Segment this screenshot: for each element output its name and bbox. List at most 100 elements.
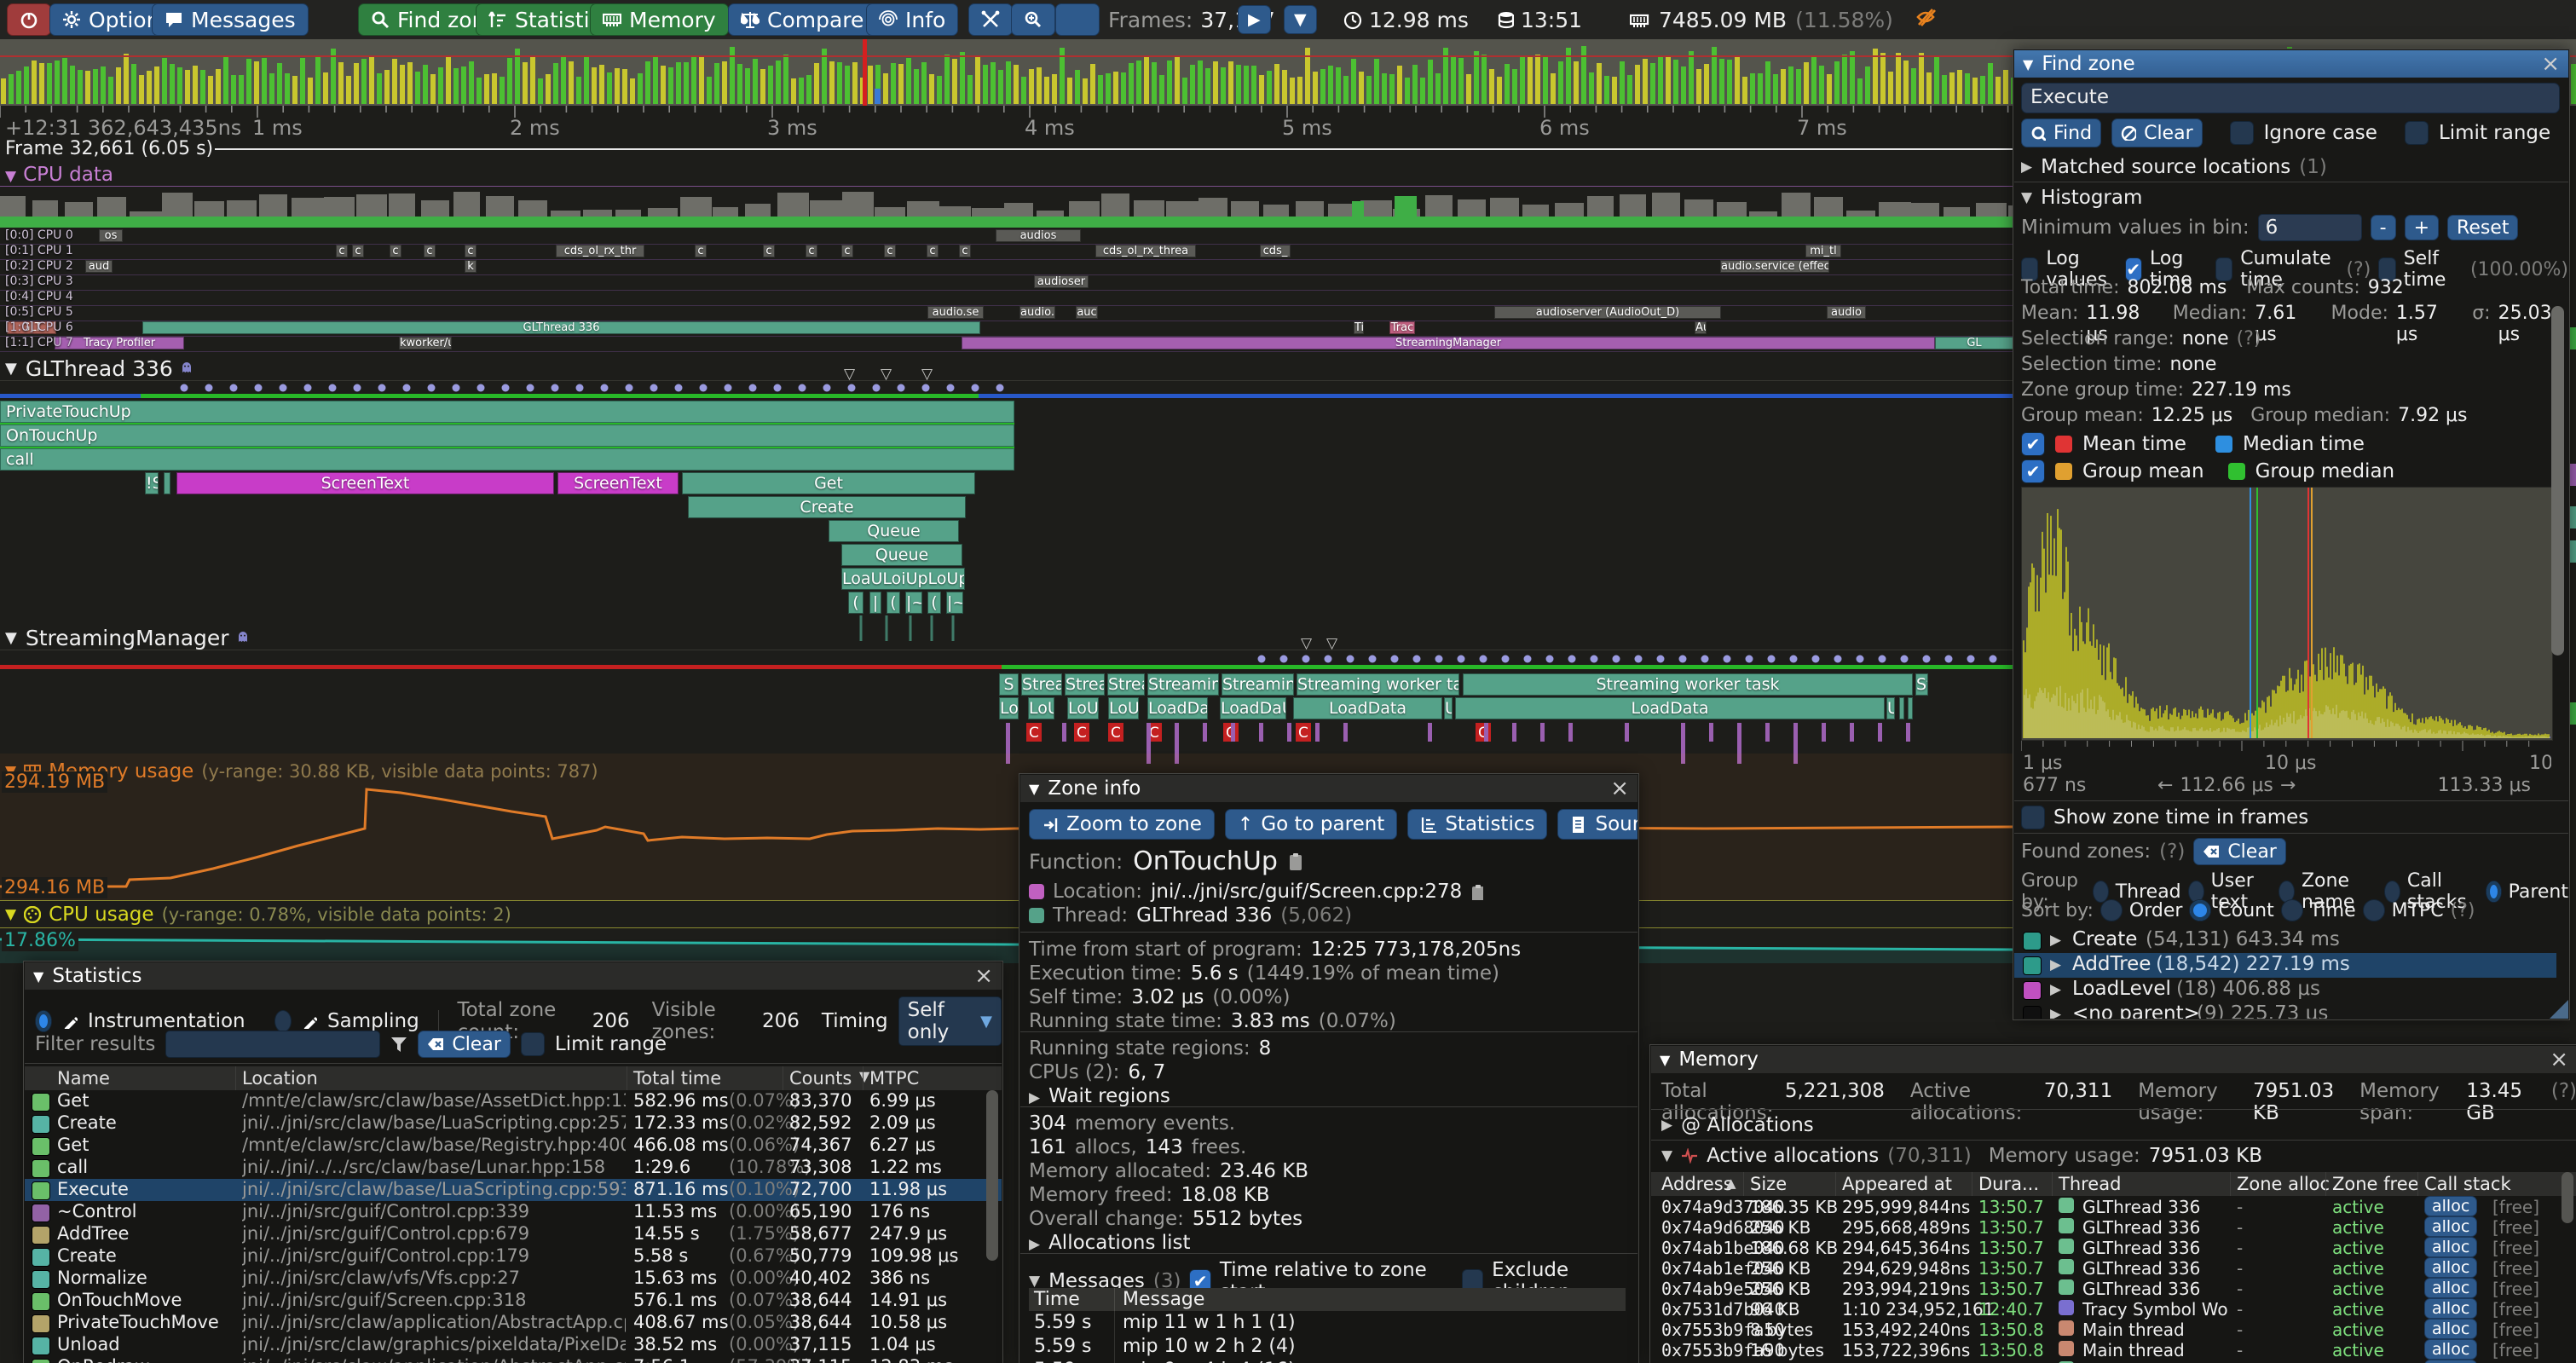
table-row[interactable]: 0x7553b9fa508 bytes153,492,240ns13:50.8M… (1651, 1319, 2576, 1339)
cpu-zone[interactable]: mi_tl (1805, 245, 1841, 257)
thread-zone[interactable]: OnTouchUp (0, 424, 1014, 447)
show-zone-time-checkbox[interactable] (2021, 806, 2045, 829)
streaming-zone[interactable]: Streaming worker tas (1297, 673, 1459, 696)
sort-by-time[interactable] (2281, 899, 2303, 921)
alloc-callstack-button[interactable]: alloc (2424, 1216, 2477, 1237)
streaming-zone[interactable]: LoU (999, 697, 1019, 719)
table-row[interactable]: 0x74ab9e5040256 KB293,994,219ns13:50.7GL… (1651, 1278, 2576, 1298)
sampling-radio[interactable] (274, 1010, 292, 1032)
glthread-header[interactable]: ▼GLThread 336 (5, 356, 195, 381)
expand-arrow[interactable]: ▶ (1029, 1236, 1040, 1253)
table-row[interactable]: 0x74a9d68040256 KB295,668,489ns13:50.7GL… (1651, 1216, 2576, 1237)
alloc-callstack-button[interactable]: alloc (2424, 1319, 2477, 1339)
thread-zone[interactable]: Create (688, 496, 966, 518)
message-row[interactable]: 5.59 smip 9 w 4 h 4 (16) (1029, 1359, 1626, 1363)
table-row[interactable]: Get/mnt/e/claw/src/claw/base/Registry.hp… (25, 1135, 1002, 1157)
streaming-header[interactable]: ▼StreamingManager (5, 626, 251, 650)
instrumentation-radio[interactable] (35, 1010, 52, 1032)
table-row[interactable]: AddTreejni/../jni/src/guif/Control.cpp:6… (25, 1223, 1002, 1245)
cpu-zone[interactable]: c (336, 245, 348, 257)
column-header-size[interactable]: Size (1750, 1174, 1787, 1194)
table-row[interactable]: 0x7531d7b04096 KB1:10 234,952,16112:40.7… (1651, 1298, 2576, 1319)
cpu-zone[interactable]: StreamingManager (962, 337, 1935, 349)
table-row[interactable]: Get/mnt/e/claw/src/claw/base/AssetDict.h… (25, 1090, 1002, 1112)
mean-legend-checkbox[interactable]: ✔ (2021, 432, 2045, 456)
alloc-callstack-button[interactable]: alloc (2424, 1257, 2477, 1278)
streaming-zone[interactable]: Streaming (1147, 673, 1219, 696)
thread-zone[interactable]: call (0, 448, 1014, 471)
streaming-zone[interactable]: Streaming worker task (1463, 673, 1913, 696)
streaming-zone[interactable] (1899, 697, 1904, 719)
alloc-callstack-button[interactable]: alloc (2424, 1360, 2477, 1363)
sort-by-mtpc[interactable] (2363, 899, 2385, 921)
streaming-zone[interactable]: LoU (1108, 697, 1139, 719)
cpu-zone[interactable]: audio (1827, 306, 1866, 319)
streaming-zone[interactable]: LoU (1067, 697, 1099, 719)
cpu-zone[interactable]: c (390, 245, 401, 257)
sort-by-order[interactable] (2100, 899, 2123, 921)
thread-zone[interactable]: ( (848, 592, 863, 614)
column-header-address[interactable]: Address (1661, 1174, 1733, 1194)
cpu-zone[interactable]: cds_ (1260, 245, 1291, 257)
ignore-case-checkbox[interactable] (2230, 121, 2254, 145)
bin-minus-button[interactable]: - (2371, 215, 2396, 240)
cpu-zone[interactable]: aud (85, 260, 113, 273)
thread-zone[interactable]: ScreenText (176, 472, 554, 494)
cpu-zone[interactable]: Tracy Profiler (55, 337, 184, 349)
column-header-appeared-at[interactable]: Appeared at (1842, 1174, 1952, 1194)
close-icon[interactable]: × (1610, 777, 1629, 800)
streaming-zone[interactable]: U (1444, 697, 1453, 719)
streaming-zone[interactable]: Strea (1065, 673, 1105, 696)
found-zone-group[interactable]: ▶Create(54,131) 643.34 ms (2014, 928, 2556, 953)
scrollbar-vertical[interactable] (2551, 306, 2564, 656)
find-zone-titlebar[interactable]: ▼Find zone× (2014, 50, 2568, 78)
table-row[interactable]: OnTouchMovejni/../jni/src/guif/Screen.cp… (25, 1290, 1002, 1312)
limit-range-checkbox[interactable] (2405, 121, 2429, 145)
cpu-zone[interactable]: GLThread 336 (142, 321, 980, 334)
thread-zone[interactable]: ( (887, 592, 900, 614)
close-icon[interactable]: × (2550, 1048, 2568, 1071)
thread-zone[interactable]: | (869, 592, 881, 614)
cpu-data-header[interactable]: ▼CPU data (5, 164, 113, 186)
zone-info-button-statistics[interactable]: Statistics (1407, 809, 1547, 840)
cpu-zone[interactable]: k (465, 260, 477, 273)
table-row[interactable]: 0x74a9d37040186.35 KB295,999,844ns13:50.… (1651, 1196, 2576, 1216)
streaming-zone[interactable] (1908, 697, 1913, 719)
table-row[interactable]: 0x7553b9fbf016 bytes296,661,146ns13:50.7… (1651, 1360, 2576, 1363)
messages-button[interactable]: Messages (152, 3, 309, 36)
bin-reset-button[interactable]: Reset (2447, 215, 2518, 240)
thread-zone[interactable]: PrivateTouchUp (0, 401, 1014, 423)
cpu-zone[interactable]: audioserver (AudioOut_D) (1494, 306, 1721, 319)
streaming-zone[interactable]: LoadDaU (1220, 697, 1286, 719)
active-allocations-row[interactable]: ▼Active allocations(70,311)Memory usage:… (1661, 1145, 2262, 1167)
streaming-zone[interactable]: LoU (1028, 697, 1054, 719)
column-header-zone-free[interactable]: Zone free (2332, 1174, 2419, 1194)
table-row[interactable]: OnRedrawjni/../jni/src/claw/application/… (25, 1356, 1002, 1363)
cpu-zone[interactable]: c (465, 245, 477, 257)
zone-info-button-zoom-to-zone[interactable]: Zoom to zone (1029, 809, 1215, 840)
table-row[interactable]: 0x74ab1be040186.68 KB294,645,364ns13:50.… (1651, 1237, 2576, 1257)
alloc-callstack-button[interactable]: alloc (2424, 1339, 2477, 1360)
tools-button[interactable] (968, 3, 1013, 36)
memory-titlebar[interactable]: ▼Memory× (1651, 1046, 2576, 1073)
thread-zone[interactable]: Get (682, 472, 975, 494)
cpu-zone[interactable]: audio.service (effect) (1720, 260, 1829, 273)
search-input[interactable]: Execute (2021, 83, 2560, 113)
column-header-zone-alloc[interactable]: Zone alloc (2237, 1174, 2330, 1194)
thread-zone[interactable]: ScreenText (557, 472, 679, 494)
alloc-callstack-button[interactable]: alloc (2424, 1237, 2477, 1257)
scrollbar-vertical[interactable] (986, 1090, 998, 1261)
memory-usage-graph[interactable] (0, 754, 2013, 900)
column-header-dura-[interactable]: Dura... (1978, 1174, 2039, 1194)
message-row[interactable]: 5.59 smip 10 w 2 h 2 (4) (1029, 1335, 1626, 1359)
cpu-zone[interactable]: audio.se (927, 306, 984, 319)
cpu-zone[interactable]: cds_ol_rx_thr (556, 245, 644, 257)
table-row[interactable]: Createjni/../jni/src/guif/Control.cpp:17… (25, 1245, 1002, 1268)
column-header-mtpc[interactable]: MTPC (869, 1068, 919, 1089)
find-zone-histogram[interactable] (2021, 487, 2553, 741)
found-clear-button[interactable]: Clear (2193, 838, 2286, 865)
allocations-section-row[interactable]: ▶@ Allocations (1661, 1114, 1814, 1136)
thread-zone[interactable]: !S (145, 472, 159, 494)
time-ruler[interactable]: +12:31 362,643,435ns1 ms2 ms3 ms4 ms5 ms… (0, 106, 2013, 136)
zoom-button[interactable] (1011, 3, 1055, 36)
